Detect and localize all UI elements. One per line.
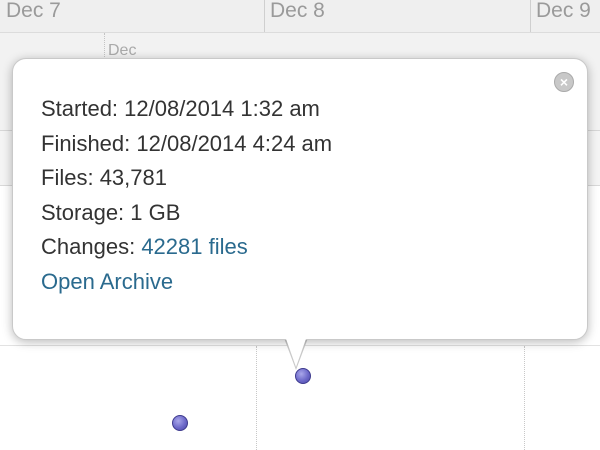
popover-pointer-fill bbox=[285, 336, 307, 367]
grid-line bbox=[256, 346, 257, 450]
storage-label: Storage: bbox=[41, 199, 125, 225]
grid-line bbox=[524, 346, 525, 450]
files-label: Files: bbox=[41, 165, 94, 190]
date-label-dec-9: Dec 9 bbox=[536, 0, 591, 22]
changes-row: Changes: 42281 files bbox=[41, 230, 332, 265]
date-label-dec-8: Dec 8 bbox=[270, 0, 325, 22]
started-label: Started: bbox=[41, 96, 119, 121]
changes-files-link[interactable]: 42281 files bbox=[141, 234, 247, 259]
close-icon[interactable]: × bbox=[554, 72, 574, 92]
finished-label: Finished: bbox=[41, 130, 131, 156]
backup-point[interactable] bbox=[172, 415, 188, 431]
open-archive-row: Open Archive bbox=[41, 265, 332, 300]
started-value: 12/08/2014 1:32 am bbox=[124, 96, 320, 121]
storage-value: 1 GB bbox=[130, 199, 181, 225]
backup-point-selected[interactable] bbox=[295, 368, 311, 384]
timeline-date-header: Dec 7 Dec 8 Dec 9 bbox=[0, 0, 600, 33]
open-archive-link[interactable]: Open Archive bbox=[41, 269, 173, 294]
date-label-dec-7: Dec 7 bbox=[6, 0, 61, 22]
finished-value: 12/08/2014 4:24 am bbox=[136, 130, 333, 156]
started-row: Started: 12/08/2014 1:32 am bbox=[41, 92, 332, 127]
finished-row: Finished: 12/08/2014 4:24 am bbox=[41, 127, 332, 162]
storage-row: Storage: 1 GB bbox=[41, 196, 332, 231]
backup-details: Started: 12/08/2014 1:32 am Finished: 12… bbox=[41, 92, 332, 299]
files-row: Files: 43,781 bbox=[41, 161, 332, 196]
changes-label: Changes: bbox=[41, 234, 136, 259]
files-value: 43,781 bbox=[99, 165, 167, 190]
